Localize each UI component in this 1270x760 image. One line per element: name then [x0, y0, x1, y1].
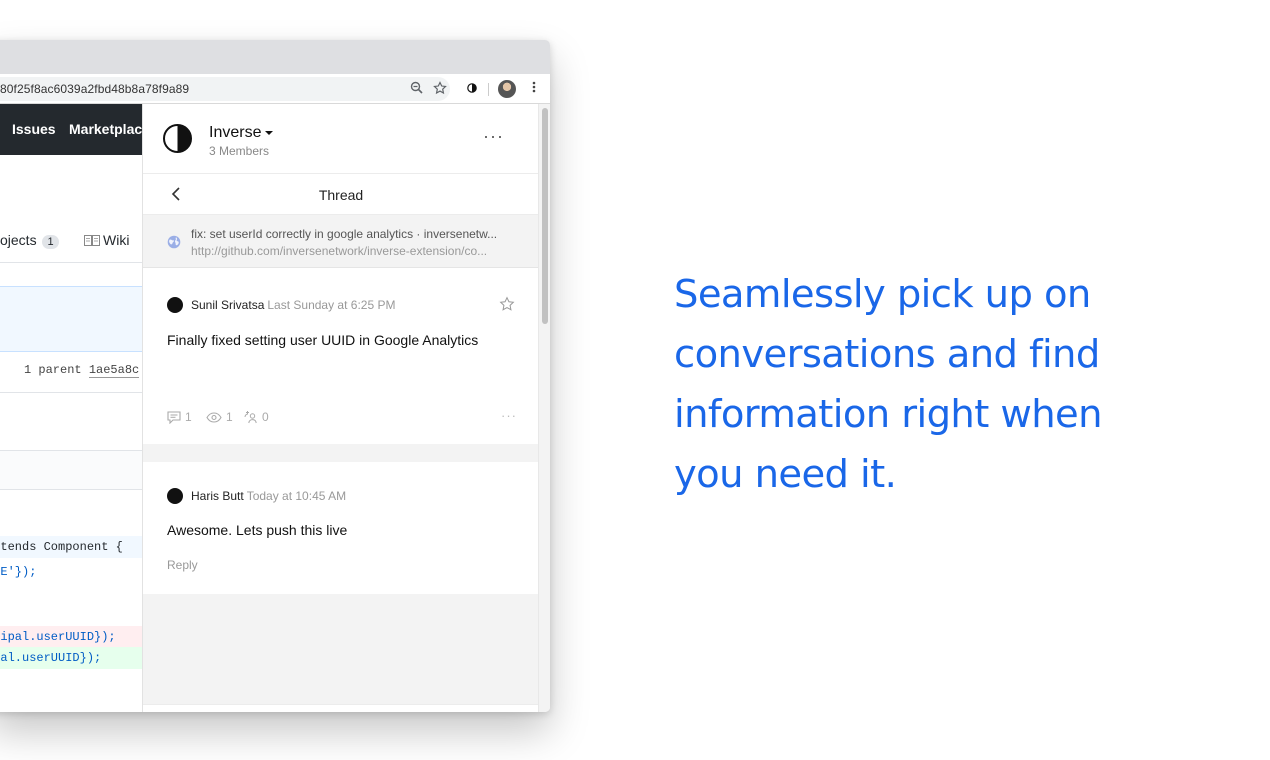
address-bar[interactable]: 80f25f8ac6039a2fbd48b8a78f9a89	[0, 77, 450, 101]
github-nav-marketplace[interactable]: Marketplace	[69, 121, 142, 137]
tagline-line: conversations and find	[674, 332, 1100, 377]
thread-title: Thread	[318, 187, 364, 203]
thread-header: Thread	[143, 173, 538, 215]
tagline-line: you need it.	[674, 452, 897, 497]
thread-empty-area	[143, 594, 538, 704]
inverse-extension-icon[interactable]	[464, 81, 480, 97]
caret-down-icon	[265, 130, 274, 135]
message-separator	[143, 444, 538, 462]
message-timestamp: Last Sunday at 6:25 PM	[267, 298, 396, 312]
diff-file-header	[0, 450, 142, 490]
workspace-name: Inverse	[209, 124, 262, 141]
panel-scrollbar-thumb[interactable]	[542, 108, 548, 324]
author-avatar	[167, 297, 183, 313]
browser-toolbar: 80f25f8ac6039a2fbd48b8a78f9a89	[0, 74, 550, 104]
workspace-members: 3 Members	[209, 144, 270, 158]
workspace-switcher[interactable]: Inverse	[209, 124, 274, 142]
stage: { "browser": { "url": "80f25f8ac6039a2fb…	[0, 0, 1270, 760]
eye-icon	[206, 411, 222, 423]
inverse-logo	[163, 124, 192, 153]
message-more-button[interactable]: ···	[501, 408, 517, 423]
browser-window: 80f25f8ac6039a2fbd48b8a78f9a89 Issues Ma…	[0, 40, 550, 712]
profile-avatar[interactable]	[498, 80, 516, 98]
message-card: Sunil Srivatsa Last Sunday at 6:25 PM Fin…	[143, 268, 538, 444]
bookmark-star-icon[interactable]	[432, 81, 448, 97]
message-card: Haris Butt Today at 10:45 AM Awesome. Let…	[143, 462, 538, 594]
star-icon[interactable]	[499, 296, 515, 312]
tagline: Seamlessly pick up on conversations and …	[674, 265, 1144, 505]
share-count[interactable]: 0	[244, 410, 269, 424]
panel-scrollbar[interactable]	[538, 104, 550, 712]
github-tab-wiki[interactable]: Wiki	[84, 232, 129, 248]
github-tab-underline	[0, 262, 142, 263]
message-author: Haris Butt Today at 10:45 AM	[191, 489, 346, 503]
code-line: ATE'});	[0, 565, 37, 579]
code-line-added: ipal.userUUID});	[0, 647, 142, 669]
tagline-line: information right when	[674, 392, 1103, 437]
code-line: });	[0, 711, 142, 712]
message-author-name[interactable]: Sunil Srivatsa	[191, 298, 264, 312]
code-line-deleted: ncipal.userUUID});	[0, 626, 142, 648]
link-preview-title: fix: set userId correctly in google anal…	[191, 227, 498, 241]
github-tab-projects-count: 1	[42, 235, 59, 249]
link-preview-url: http://github.com/inversenetwork/inverse…	[191, 244, 488, 258]
message-text: Awesome. Lets push this live	[167, 522, 348, 538]
message-timestamp: Today at 10:45 AM	[246, 489, 347, 503]
inverse-panel: Inverse 3 Members ··· Thread fix: set us…	[142, 104, 538, 712]
github-nav-issues[interactable]: Issues	[12, 121, 56, 137]
reply-count-value: 1	[185, 410, 192, 424]
address-bar-url: 80f25f8ac6039a2fbd48b8a78f9a89	[0, 82, 190, 96]
view-count: 1	[206, 410, 233, 424]
share-people-icon	[244, 410, 257, 423]
github-header: Issues Marketplace	[0, 104, 142, 155]
back-button[interactable]	[167, 184, 187, 204]
github-tab-projects[interactable]: Projects 1	[0, 232, 59, 249]
code-line: extends Component {	[0, 536, 142, 558]
tagline-line: Seamlessly pick up on	[674, 272, 1091, 317]
view-count-value: 1	[226, 410, 233, 424]
zoom-icon[interactable]	[408, 81, 424, 97]
reply-count[interactable]: 1	[167, 410, 192, 424]
browser-tabstrip	[0, 40, 550, 74]
chevron-left-icon	[171, 187, 180, 201]
globe-icon	[167, 235, 181, 249]
kebab-menu-icon[interactable]	[526, 81, 542, 97]
reply-link[interactable]: Reply	[167, 558, 198, 572]
commit-divider	[0, 392, 142, 393]
github-tab-projects-label: Projects	[0, 232, 37, 248]
commit-parent-sha[interactable]: 1ae5a8c	[88, 363, 140, 378]
toolbar-separator	[488, 83, 489, 96]
message-author-name[interactable]: Haris Butt	[191, 489, 244, 503]
github-tab-wiki-label: Wiki	[103, 232, 130, 248]
commit-parent: 1 parent 1ae5a8c	[24, 363, 140, 378]
commit-parent-label: 1 parent	[24, 363, 82, 377]
message-text: Finally fixed setting user UUID in Googl…	[167, 332, 479, 348]
panel-more-button[interactable]: ···	[483, 126, 504, 147]
github-page: Issues Marketplace Projects 1 Wiki 1 par…	[0, 104, 142, 712]
message-author: Sunil Srivatsa Last Sunday at 6:25 PM	[191, 298, 395, 312]
link-preview[interactable]: fix: set userId correctly in google anal…	[143, 215, 538, 268]
reply-composer	[143, 704, 538, 712]
author-avatar	[167, 488, 183, 504]
comment-icon	[167, 410, 181, 424]
wiki-book-icon	[84, 235, 100, 246]
commit-description-box	[0, 286, 142, 352]
share-count-value: 0	[262, 410, 269, 424]
